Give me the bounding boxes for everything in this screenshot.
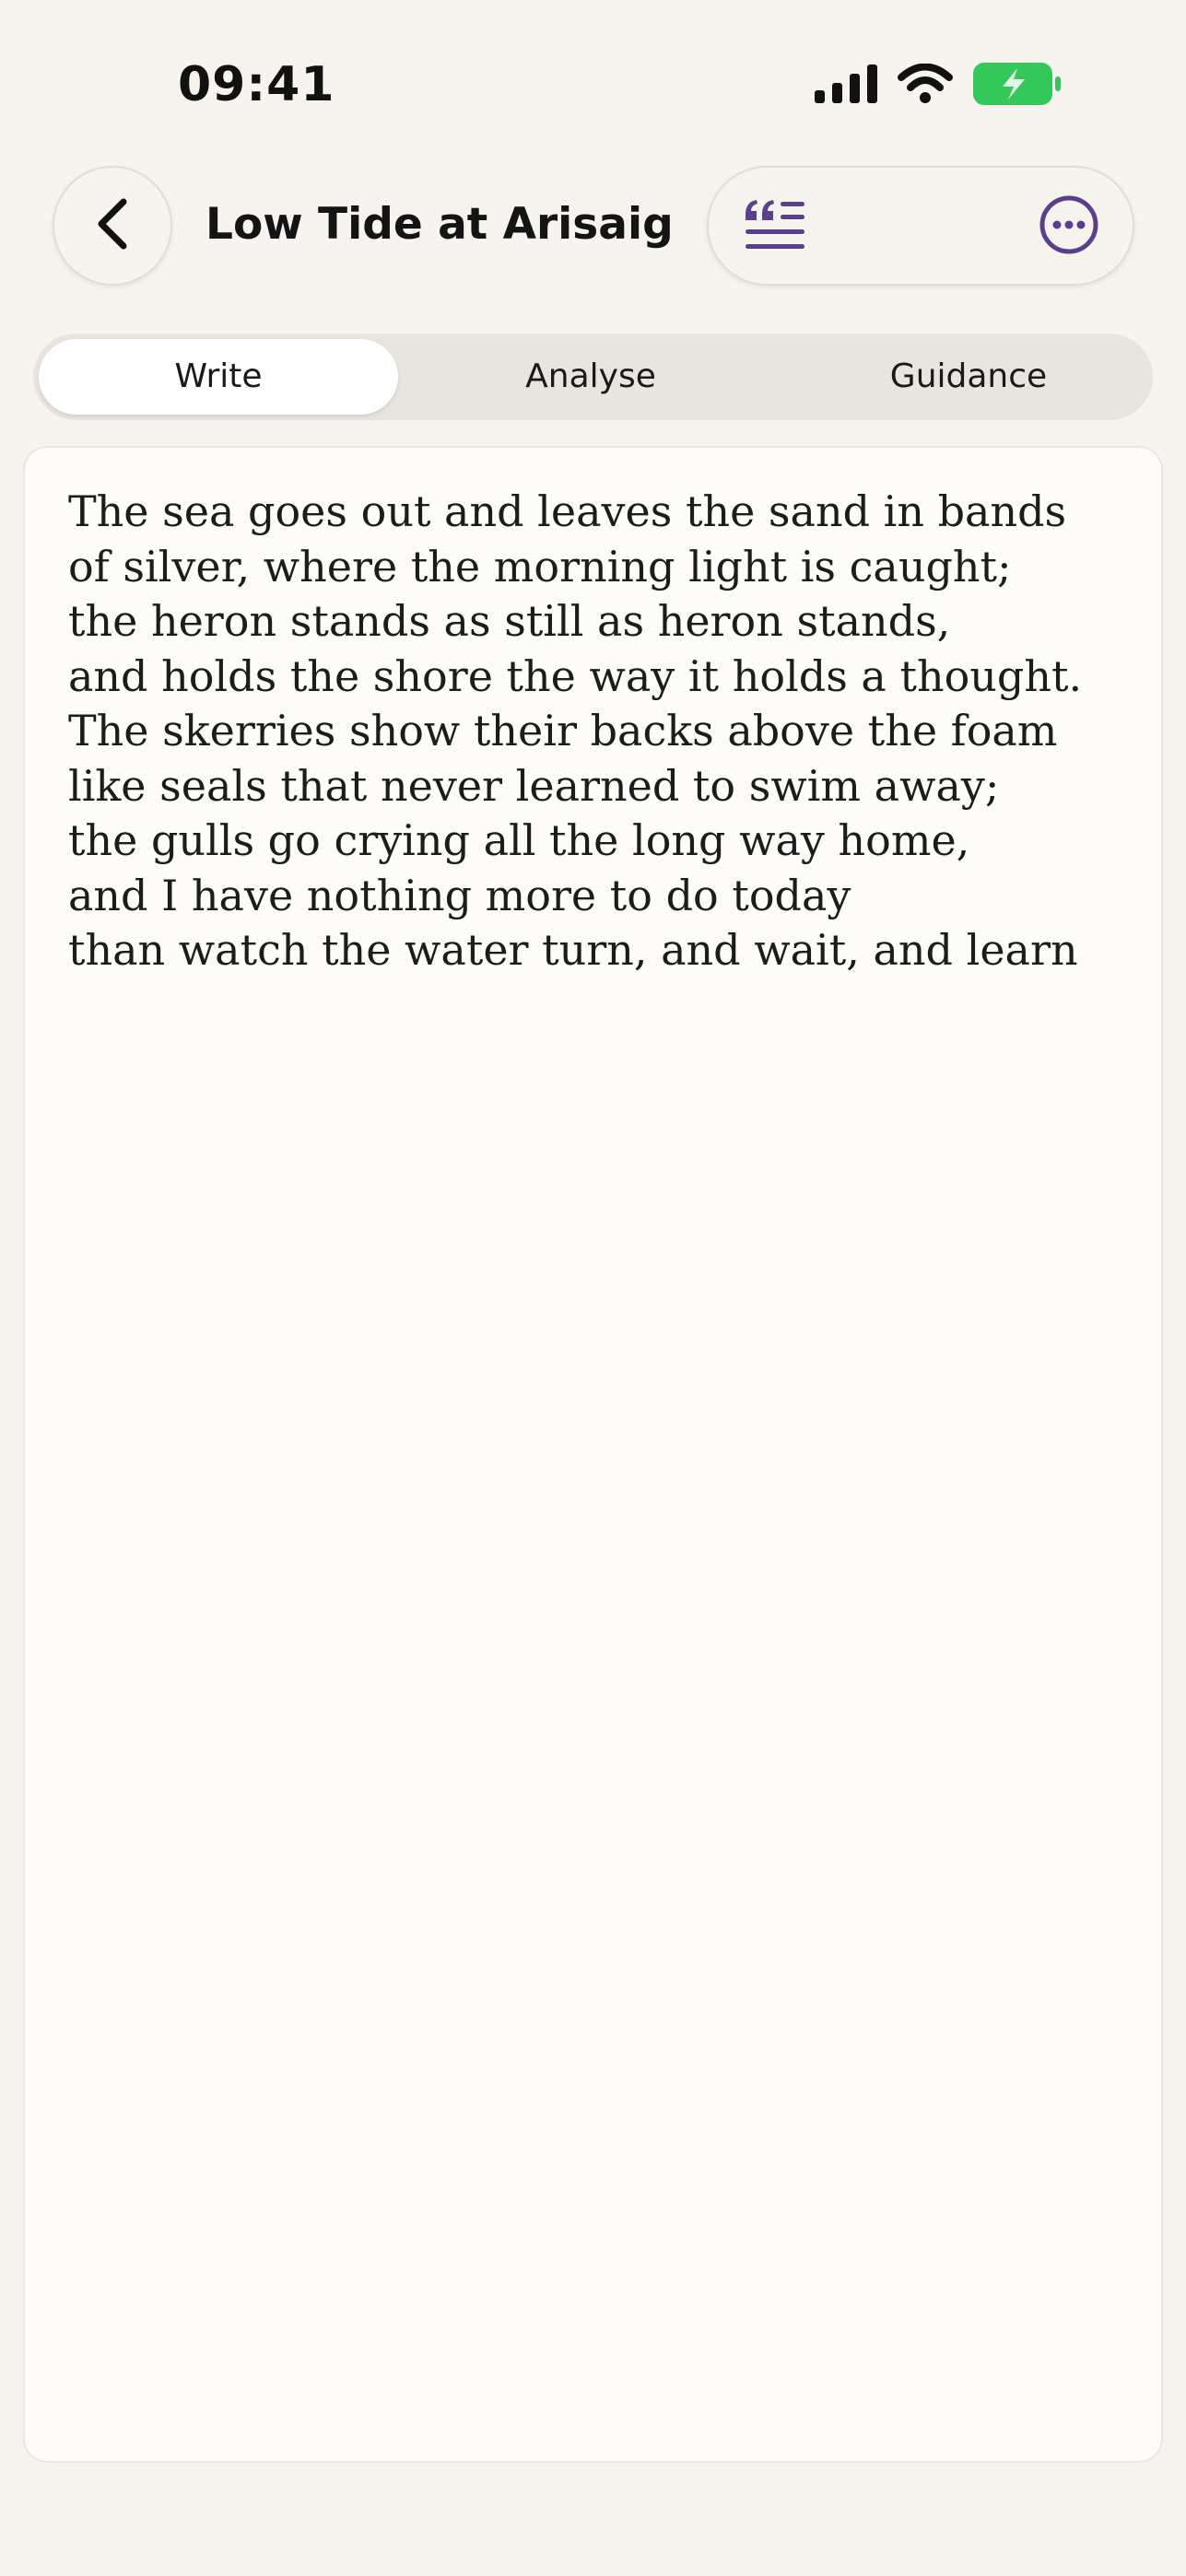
poem-line: and I have nothing more to do today [68, 870, 851, 920]
more-icon [1039, 194, 1099, 260]
tab-write[interactable]: Write [39, 334, 398, 420]
cellular-signal-icon [815, 64, 877, 108]
tab-analyse[interactable]: Analyse [406, 334, 775, 420]
poem-editor[interactable]: The sea goes out and leaves the sand in … [23, 446, 1163, 2463]
poem-line: The sea goes out and leaves the sand in … [68, 486, 1067, 536]
quote-list-icon [744, 198, 806, 256]
quote-list-button[interactable] [742, 195, 808, 258]
chevron-left-icon [92, 198, 133, 254]
poem-line: the gulls go crying all the long way hom… [68, 815, 970, 865]
poem-line: The skerries show their backs above the … [68, 706, 1058, 755]
poem-text[interactable]: The sea goes out and leaves the sand in … [68, 485, 1137, 978]
poem-line: of silver, where the morning light is ca… [68, 541, 1012, 591]
status-time: 09:41 [178, 57, 335, 112]
poem-line: and holds the shore the way it holds a t… [68, 650, 1083, 701]
back-button[interactable] [53, 166, 172, 286]
page-title: Low Tide at Arisaig [205, 199, 674, 250]
tab-guidance[interactable]: Guidance [784, 334, 1153, 420]
more-options-button[interactable] [1039, 194, 1099, 260]
mode-tabs: Write Analyse Guidance [33, 334, 1153, 420]
poem-line: the heron stands as still as heron stand… [68, 596, 951, 646]
status-icons [815, 63, 1062, 110]
battery-charging-icon [973, 63, 1062, 110]
wifi-icon [898, 63, 953, 109]
poem-line: than watch the water turn, and wait, and… [68, 925, 1078, 975]
poem-line: like seals that never learned to swim aw… [68, 760, 1000, 811]
header-actions [707, 166, 1134, 286]
